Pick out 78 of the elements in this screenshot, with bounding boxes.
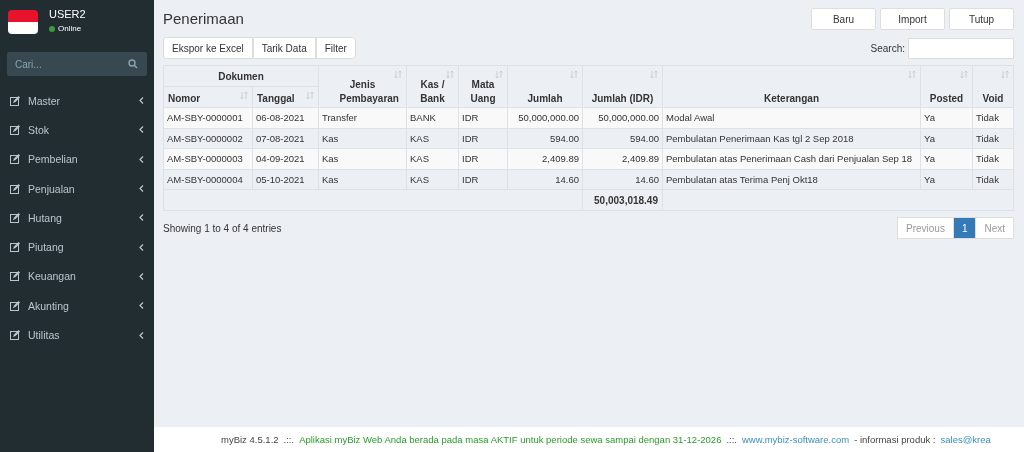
sort-icon <box>240 91 248 100</box>
edit-icon <box>10 271 20 282</box>
column-header[interactable]: Mata Uang <box>458 65 508 108</box>
sort-icon <box>570 70 578 79</box>
toolbar-button[interactable]: Ekspor ke Excel <box>163 37 253 59</box>
entries-info: Showing 1 to 4 of 4 entries <box>163 222 282 234</box>
separator-text: .::. <box>726 434 737 445</box>
action-button[interactable]: Tutup <box>949 8 1014 30</box>
chevron-left-icon <box>139 126 144 134</box>
sort-icon <box>908 70 916 79</box>
sidebar-item[interactable]: Pembelian <box>0 144 154 174</box>
sidebar-item[interactable]: Akunting <box>0 291 154 321</box>
group-header: Dokumen <box>163 65 319 87</box>
website-link[interactable]: www.mybiz-software.com <box>742 434 850 445</box>
chevron-left-icon <box>139 214 144 222</box>
chevron-left-icon <box>139 155 144 163</box>
sidebar-item[interactable]: Piutang <box>0 232 154 262</box>
chevron-left-icon <box>139 302 144 310</box>
sidebar-item[interactable]: Keuangan <box>0 261 154 292</box>
sidebar-item[interactable]: Penjualan <box>0 173 154 204</box>
email-link[interactable]: sales@krea <box>940 434 991 445</box>
sidebar-search-field[interactable]: Cari... <box>7 52 147 76</box>
chevron-left-icon <box>139 97 144 105</box>
edit-icon <box>10 124 20 135</box>
table-cell: AM-SBY-0000003 <box>163 148 253 169</box>
column-header[interactable]: Kas / Bank <box>406 65 459 108</box>
chevron-left-icon <box>139 243 144 251</box>
search-icon[interactable] <box>128 59 138 69</box>
column-header[interactable]: Keterangan <box>662 65 921 108</box>
page-title: Penerimaan <box>163 10 244 27</box>
edit-icon <box>10 183 20 194</box>
column-header[interactable]: Jenis Pembayaran <box>318 65 407 108</box>
app-version: myBiz 4.5.1.2 <box>221 434 279 445</box>
toolbar-button[interactable]: Filter <box>315 37 356 59</box>
sidebar-item[interactable]: Hutang <box>0 203 154 233</box>
flag-avatar-icon <box>8 10 38 34</box>
sort-icon <box>1001 70 1009 79</box>
chevron-left-icon <box>139 272 144 280</box>
action-button[interactable]: Baru <box>811 8 876 30</box>
user-name: USER2 <box>49 8 86 20</box>
online-status-icon <box>49 25 55 32</box>
sidebar-item[interactable]: Master <box>0 86 154 116</box>
table-cell: AM-SBY-0000002 <box>163 128 253 149</box>
user-status: Online <box>58 24 82 33</box>
sort-icon <box>446 70 454 79</box>
chevron-left-icon <box>139 331 144 339</box>
edit-icon <box>10 242 20 253</box>
edit-icon <box>10 300 20 311</box>
toolbar-button[interactable]: Tarik Data <box>252 37 316 59</box>
sort-icon <box>306 91 314 100</box>
sidebar-item[interactable]: Stok <box>0 115 154 145</box>
chevron-left-icon <box>139 185 144 193</box>
action-button[interactable]: Import <box>880 8 945 30</box>
search-label: Search: <box>870 42 905 54</box>
separator-text: .::. <box>283 434 295 445</box>
column-header[interactable]: Nomor <box>163 86 253 108</box>
table-cell: Pembulatan Penerimaan Kas tgl 2 Sep 2018 <box>662 128 921 149</box>
table-cell: AM-SBY-0000004 <box>163 169 253 190</box>
table-cell: AM-SBY-0000001 <box>163 107 253 128</box>
pagination-button[interactable]: 1 <box>952 217 977 239</box>
search-field[interactable] <box>908 37 1014 59</box>
sort-icon <box>960 70 968 79</box>
sidebar-item[interactable]: Utilitas <box>0 320 154 350</box>
edit-icon <box>10 330 20 340</box>
edit-icon <box>10 212 20 223</box>
column-header[interactable]: Posted <box>920 65 973 108</box>
column-header[interactable]: Jumlah (IDR) <box>582 65 663 108</box>
column-header[interactable]: Void <box>972 65 1014 108</box>
sort-icon <box>495 70 503 79</box>
edit-icon <box>10 154 20 165</box>
info-label: - informasi produk : <box>854 434 936 445</box>
total-cell: 50,003,018.49 <box>582 189 663 211</box>
sort-icon <box>650 70 658 79</box>
edit-icon <box>10 95 20 106</box>
license-notice: Aplikasi myBiz Web Anda berada pada masa AKTIF untuk periode sewa sampai dengan 31-12-2026 <box>299 434 722 445</box>
column-header[interactable]: Jumlah <box>507 65 583 108</box>
sort-icon <box>394 70 402 79</box>
table-cell: Pembulatan atas Terima Penj Okt18 <box>662 169 921 190</box>
